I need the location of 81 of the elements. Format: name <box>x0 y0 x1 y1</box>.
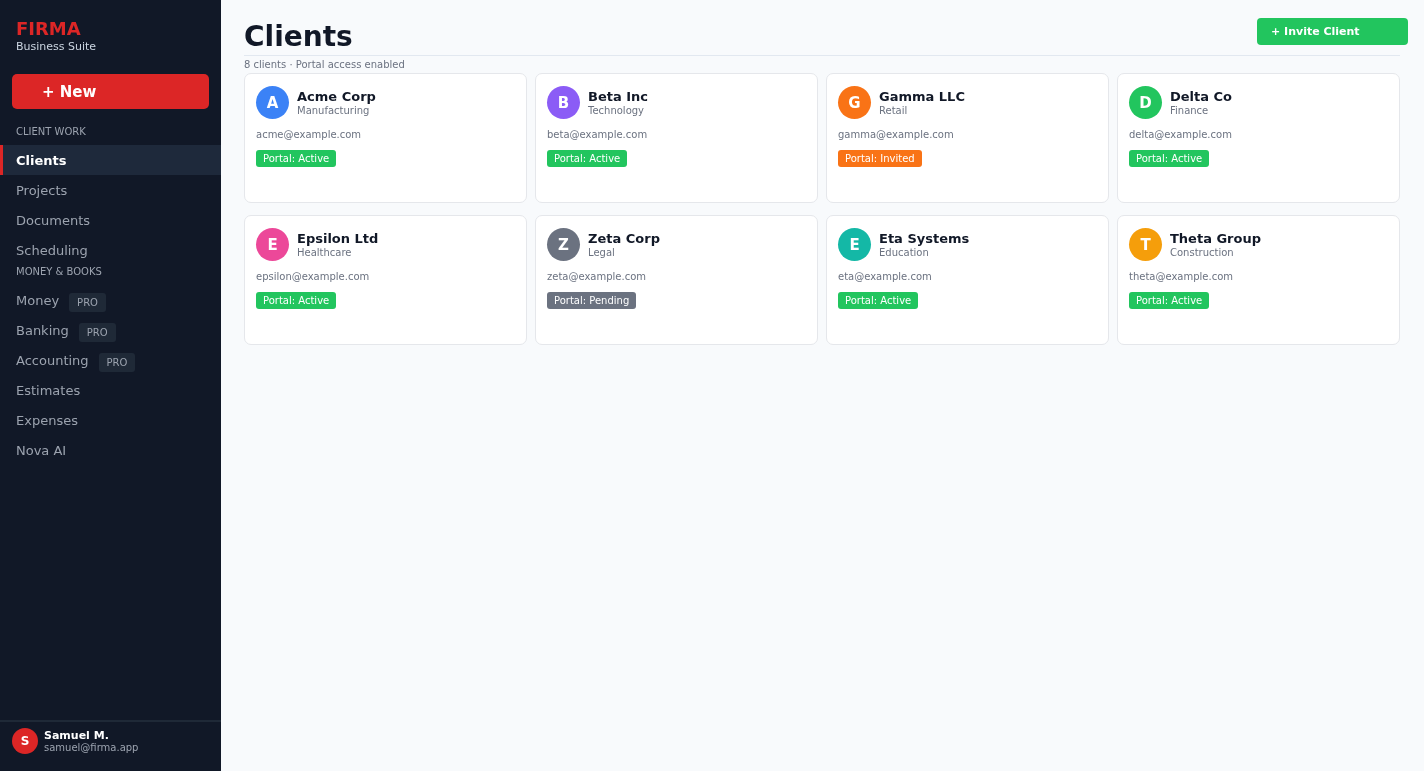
client-email: theta@example.com <box>1129 271 1235 282</box>
client-card[interactable]: E Epsilon Ltd Healthcare epsilon@example.com Portal: Active <box>244 215 527 345</box>
user-name: Samuel M. <box>44 728 110 742</box>
nav-item[interactable]: Accounting PRO <box>0 345 221 375</box>
client-email: acme@example.com <box>256 129 363 140</box>
client-industry: Retail <box>879 103 909 117</box>
nav-label: Banking <box>16 322 69 338</box>
pro-badge: PRO <box>78 322 116 342</box>
nav-item[interactable]: Scheduling <box>0 235 221 265</box>
section-title: MONEY & BOOKS <box>15 265 103 279</box>
client-email: delta@example.com <box>1129 129 1233 140</box>
new-button[interactable]: + New <box>12 74 209 109</box>
client-avatar: E <box>838 228 871 261</box>
client-card[interactable]: A Acme Corp Manufacturing acme@example.com Portal: Active <box>244 73 527 203</box>
nav-label: Nova AI <box>16 442 67 458</box>
client-email: gamma@example.com <box>838 129 955 140</box>
client-industry: Construction <box>1170 246 1235 259</box>
portal-status-badge: Portal: Active <box>1129 150 1210 167</box>
client-name: Gamma LLC <box>879 88 965 104</box>
nav-label: Money <box>16 292 60 308</box>
client-avatar: D <box>1129 86 1162 119</box>
client-name: Epsilon Ltd <box>297 230 379 246</box>
client-avatar: T <box>1129 228 1162 261</box>
client-name: Acme Corp <box>297 88 376 104</box>
brand-name: FIRMA <box>16 18 82 40</box>
client-name: Eta Systems <box>879 230 970 246</box>
nav-label: Expenses <box>16 412 78 428</box>
nav-item[interactable]: Nova AI <box>0 435 221 465</box>
client-industry: Education <box>879 246 930 259</box>
nav-label: Estimates <box>16 382 81 398</box>
nav-label: Projects <box>16 182 68 198</box>
nav-label: Documents <box>16 212 91 228</box>
nav-item[interactable]: Projects <box>0 175 221 205</box>
nav-item[interactable]: Estimates <box>0 375 221 405</box>
page-subtitle: 8 clients · Portal access enabled <box>244 59 406 71</box>
client-name: Delta Co <box>1170 88 1233 104</box>
portal-status-badge: Portal: Active <box>838 292 919 309</box>
section-title: CLIENT WORK <box>15 125 87 139</box>
client-industry: Finance <box>1170 103 1210 117</box>
client-name: Zeta Corp <box>588 230 660 246</box>
brand-tagline: Business Suite <box>16 40 98 54</box>
portal-status-badge: Portal: Active <box>1129 292 1210 309</box>
client-industry: Legal <box>588 245 616 259</box>
client-avatar: Z <box>547 228 580 261</box>
client-industry: Manufacturing <box>297 104 371 117</box>
client-avatar: A <box>256 86 289 119</box>
portal-status-badge: Portal: Invited <box>838 150 922 167</box>
nav-label: Scheduling <box>16 242 88 258</box>
client-card[interactable]: D Delta Co Finance delta@example.com Portal: Active <box>1117 73 1400 203</box>
client-email: epsilon@example.com <box>256 271 371 282</box>
portal-status-badge: Portal: Active <box>547 150 628 167</box>
nav-item[interactable]: Documents <box>0 205 221 235</box>
portal-status-badge: Portal: Active <box>256 150 337 167</box>
client-email: zeta@example.com <box>547 271 648 282</box>
nav-label: Clients <box>16 152 67 168</box>
user-avatar: S <box>12 728 38 754</box>
client-email: beta@example.com <box>547 129 649 140</box>
page-title: Clients <box>244 20 353 54</box>
nav-item[interactable]: Clients <box>0 145 221 175</box>
client-card[interactable]: Z Zeta Corp Legal zeta@example.com Portal: Pending <box>535 215 818 345</box>
nav-item[interactable]: Expenses <box>0 405 221 435</box>
client-card[interactable]: G Gamma LLC Retail gamma@example.com Portal: Invited <box>826 73 1109 203</box>
nav-item[interactable]: Banking PRO <box>0 315 221 345</box>
portal-status-badge: Portal: Active <box>256 292 337 309</box>
nav-item[interactable]: Money PRO <box>0 285 221 315</box>
pro-badge: PRO <box>98 352 136 372</box>
user-email: samuel@firma.app <box>44 741 139 754</box>
client-email: eta@example.com <box>838 271 933 282</box>
client-name: Beta Inc <box>588 88 649 104</box>
client-card[interactable]: E Eta Systems Education eta@example.com Portal: Active <box>826 215 1109 345</box>
nav-label: Accounting <box>16 352 89 368</box>
client-card[interactable]: B Beta Inc Technology beta@example.com Portal: Active <box>535 73 818 203</box>
client-industry: Technology <box>588 103 645 117</box>
client-avatar: G <box>838 86 871 119</box>
client-name: Theta Group <box>1170 230 1262 246</box>
client-avatar: B <box>547 86 580 119</box>
portal-status-badge: Portal: Pending <box>547 292 637 309</box>
client-card[interactable]: T Theta Group Construction theta@example.com Portal: Active <box>1117 215 1400 345</box>
client-industry: Healthcare <box>297 246 353 259</box>
client-avatar: E <box>256 228 289 261</box>
pro-badge: PRO <box>69 292 106 312</box>
